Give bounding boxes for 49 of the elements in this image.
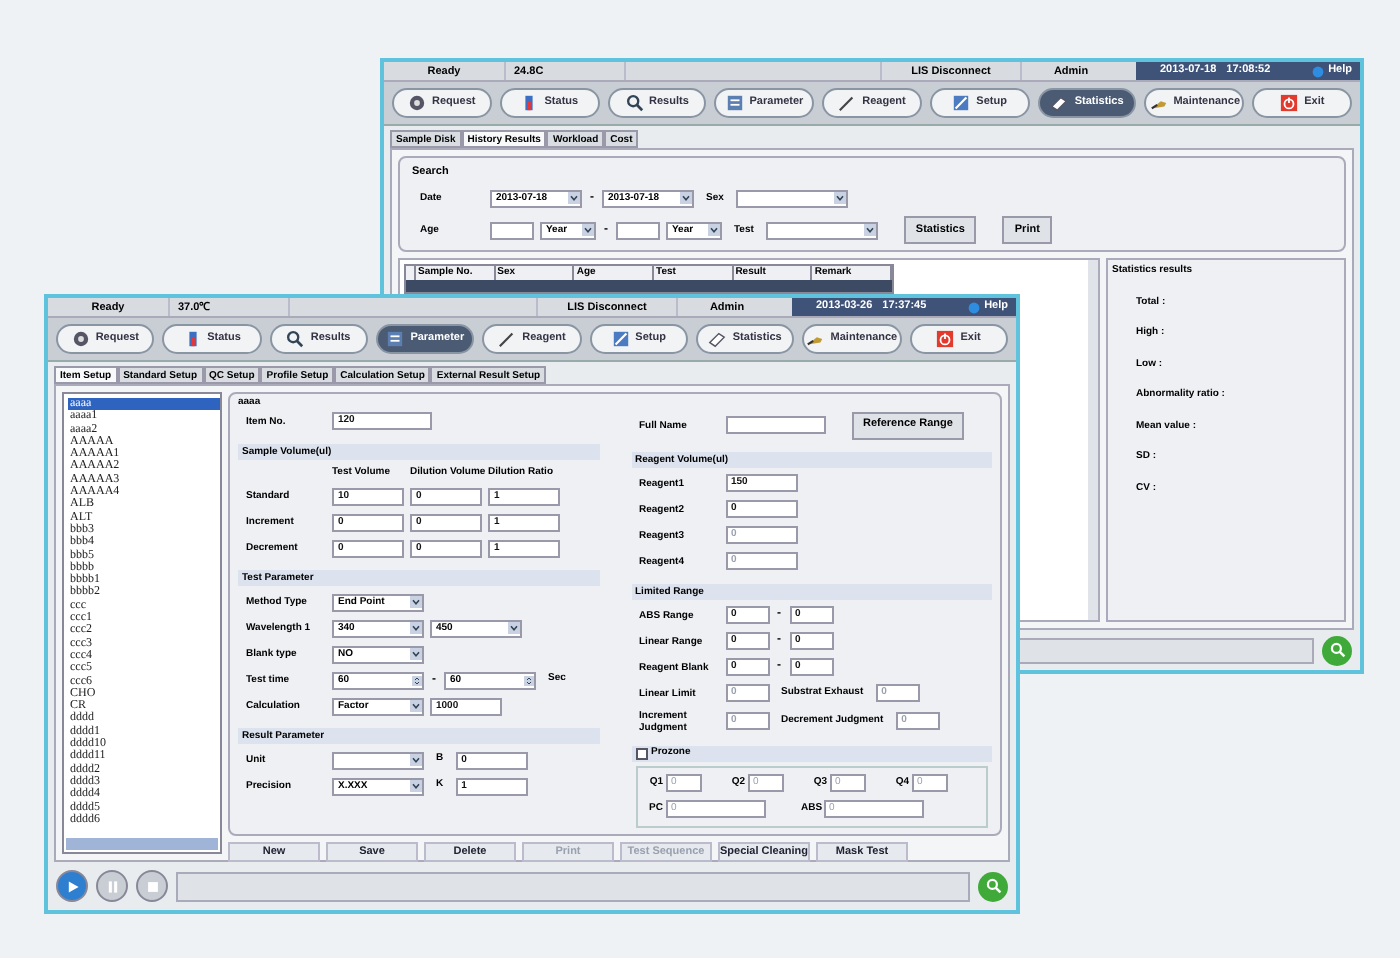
info-icon — [968, 301, 981, 313]
pause-button[interactable] — [96, 870, 128, 902]
pause-icon — [105, 879, 119, 893]
search-icon — [286, 330, 305, 348]
checkbox[interactable] — [635, 747, 647, 759]
power-icon — [936, 330, 955, 348]
spin-arrows-icon — [412, 673, 422, 687]
power-icon — [1280, 94, 1299, 112]
search-icon — [625, 94, 644, 112]
play-icon — [65, 879, 79, 893]
flask-icon — [520, 94, 539, 112]
dropdown-arrow-icon — [410, 700, 422, 712]
search-button[interactable] — [978, 871, 1008, 901]
spin-arrows-icon — [524, 673, 534, 687]
text-field[interactable] — [725, 416, 825, 434]
dropdown-arrow-icon — [410, 648, 422, 660]
dropdown-arrow-icon — [582, 224, 594, 237]
text-field[interactable] — [616, 221, 660, 240]
pencil-icon — [611, 330, 630, 348]
dropdown-arrow-icon — [833, 192, 846, 205]
dropdown-arrow-icon — [708, 224, 720, 237]
play-button[interactable] — [56, 870, 88, 902]
dropdown-arrow-icon — [410, 622, 422, 634]
stop-icon — [145, 879, 159, 893]
document-icon — [725, 94, 744, 112]
dropdown[interactable] — [735, 189, 848, 208]
search-button[interactable] — [1322, 635, 1352, 665]
dropdown[interactable] — [765, 221, 878, 240]
dropdown-arrow-icon — [863, 224, 876, 237]
gear-icon — [408, 94, 427, 112]
pencil-icon — [952, 94, 971, 112]
dropdown-arrow-icon — [508, 622, 520, 634]
search-icon — [1329, 642, 1345, 658]
stop-button[interactable] — [136, 870, 168, 902]
scrollbar[interactable] — [66, 838, 218, 850]
document-icon — [386, 330, 405, 348]
info-icon — [1312, 65, 1325, 77]
text-field[interactable] — [490, 221, 534, 240]
dropdown-arrow-icon — [680, 192, 692, 205]
dropdown[interactable] — [332, 751, 424, 769]
gear-icon — [71, 330, 90, 348]
flask-icon — [183, 330, 202, 348]
dropdown-arrow-icon — [410, 754, 422, 766]
dropdown-arrow-icon — [410, 596, 422, 608]
dropdown-arrow-icon — [568, 192, 580, 205]
search-icon — [985, 878, 1001, 894]
scrollbar[interactable] — [1088, 260, 1098, 620]
dropdown-arrow-icon — [410, 780, 422, 792]
table-row[interactable] — [406, 280, 892, 293]
